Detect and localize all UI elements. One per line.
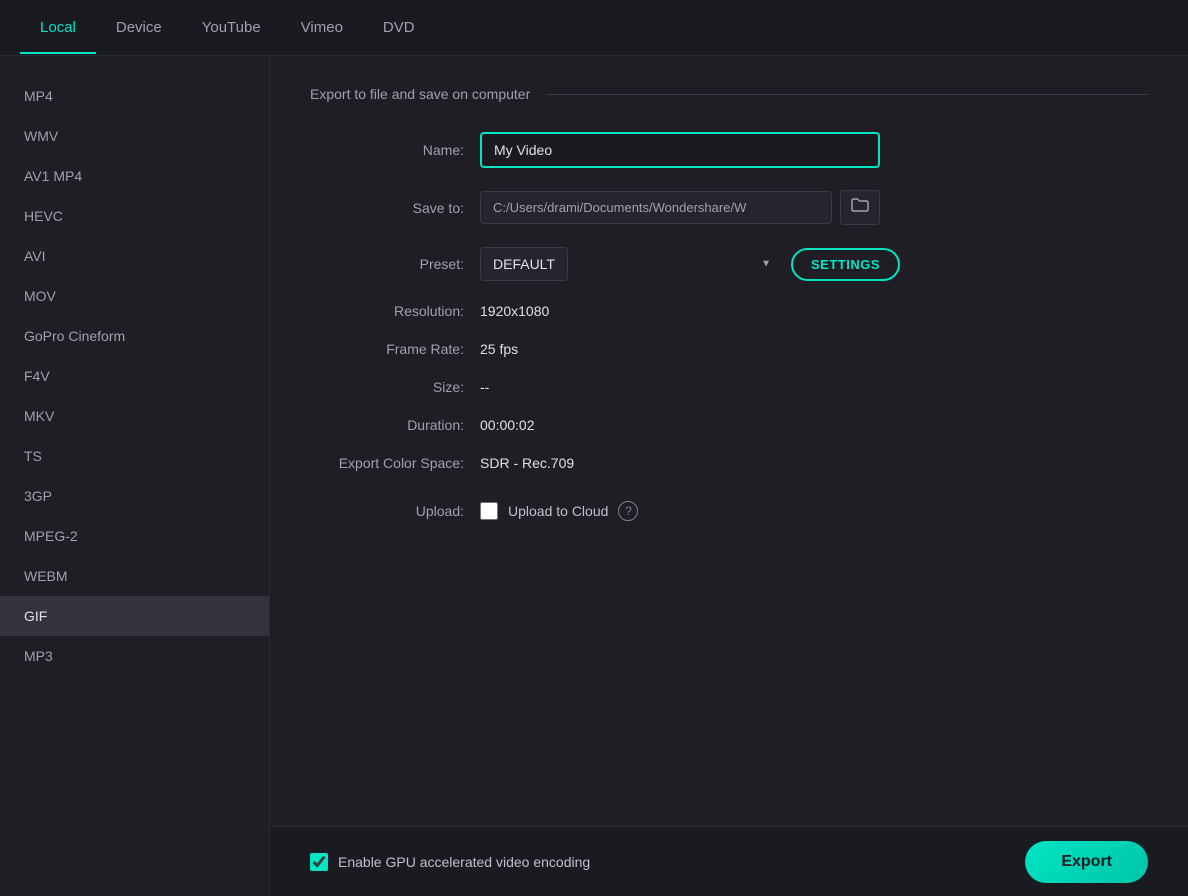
resolution-label: Resolution: <box>310 303 480 319</box>
sidebar-item-3gp[interactable]: 3GP <box>0 476 269 516</box>
save-to-field: C:/Users/drami/Documents/Wondershare/W <box>480 190 880 225</box>
format-sidebar: MP4 WMV AV1 MP4 HEVC AVI MOV GoPro Cinef… <box>0 56 270 896</box>
preset-row: Preset: DEFAULT Custom SETTINGS <box>310 247 1148 281</box>
tab-local[interactable]: Local <box>20 1 96 54</box>
size-row: Size: -- <box>310 379 1148 395</box>
tab-dvd[interactable]: DVD <box>363 1 435 54</box>
sidebar-item-gopro[interactable]: GoPro Cineform <box>0 316 269 356</box>
upload-label: Upload: <box>310 503 480 519</box>
sidebar-item-avi[interactable]: AVI <box>0 236 269 276</box>
color-space-value: SDR - Rec.709 <box>480 455 574 471</box>
name-label: Name: <box>310 142 480 158</box>
upload-to-cloud-label: Upload to Cloud <box>508 503 608 519</box>
size-value: -- <box>480 379 489 395</box>
duration-row: Duration: 00:00:02 <box>310 417 1148 433</box>
save-to-label: Save to: <box>310 200 480 216</box>
preset-select-wrapper: DEFAULT Custom <box>480 247 781 281</box>
top-navigation: Local Device YouTube Vimeo DVD <box>0 0 1188 56</box>
duration-label: Duration: <box>310 417 480 433</box>
upload-to-cloud-checkbox[interactable] <box>480 502 498 520</box>
color-space-label: Export Color Space: <box>310 455 480 471</box>
upload-content: Upload to Cloud ? <box>480 501 638 521</box>
name-row: Name: <box>310 132 1148 168</box>
browse-folder-button[interactable] <box>840 190 880 225</box>
section-header: Export to file and save on computer <box>310 86 1148 102</box>
sidebar-item-mov[interactable]: MOV <box>0 276 269 316</box>
sidebar-item-hevc[interactable]: HEVC <box>0 196 269 236</box>
sidebar-item-mpeg2[interactable]: MPEG-2 <box>0 516 269 556</box>
color-space-row: Export Color Space: SDR - Rec.709 <box>310 455 1148 471</box>
sidebar-item-ts[interactable]: TS <box>0 436 269 476</box>
upload-row: Upload: Upload to Cloud ? <box>310 501 1148 521</box>
frame-rate-label: Frame Rate: <box>310 341 480 357</box>
gpu-encoding-label: Enable GPU accelerated video encoding <box>338 854 590 870</box>
settings-button[interactable]: SETTINGS <box>791 248 900 281</box>
sidebar-item-mp4[interactable]: MP4 <box>0 76 269 116</box>
duration-value: 00:00:02 <box>480 417 535 433</box>
resolution-value: 1920x1080 <box>480 303 549 319</box>
section-divider <box>546 94 1148 95</box>
tab-youtube[interactable]: YouTube <box>182 1 281 54</box>
resolution-row: Resolution: 1920x1080 <box>310 303 1148 319</box>
sidebar-item-av1mp4[interactable]: AV1 MP4 <box>0 156 269 196</box>
sidebar-item-mkv[interactable]: MKV <box>0 396 269 436</box>
footer-bar: Enable GPU accelerated video encoding Ex… <box>270 826 1188 896</box>
export-button[interactable]: Export <box>1025 841 1148 883</box>
upload-help-icon[interactable]: ? <box>618 501 638 521</box>
preset-label: Preset: <box>310 256 480 272</box>
preset-controls: DEFAULT Custom SETTINGS <box>480 247 900 281</box>
folder-icon <box>851 198 869 212</box>
preset-select[interactable]: DEFAULT Custom <box>480 247 568 281</box>
save-to-row: Save to: C:/Users/drami/Documents/Wonder… <box>310 190 1148 225</box>
sidebar-item-mp3[interactable]: MP3 <box>0 636 269 676</box>
sidebar-item-gif[interactable]: GIF <box>0 596 269 636</box>
size-label: Size: <box>310 379 480 395</box>
tab-vimeo[interactable]: Vimeo <box>281 1 363 54</box>
main-layout: MP4 WMV AV1 MP4 HEVC AVI MOV GoPro Cinef… <box>0 56 1188 896</box>
sidebar-item-webm[interactable]: WEBM <box>0 556 269 596</box>
sidebar-item-f4v[interactable]: F4V <box>0 356 269 396</box>
export-content: Export to file and save on computer Name… <box>270 56 1188 896</box>
name-input[interactable] <box>480 132 880 168</box>
section-title: Export to file and save on computer <box>310 86 530 102</box>
frame-rate-row: Frame Rate: 25 fps <box>310 341 1148 357</box>
gpu-encoding-row: Enable GPU accelerated video encoding <box>310 853 590 871</box>
gpu-encoding-checkbox[interactable] <box>310 853 328 871</box>
frame-rate-value: 25 fps <box>480 341 518 357</box>
sidebar-item-wmv[interactable]: WMV <box>0 116 269 156</box>
save-path-display: C:/Users/drami/Documents/Wondershare/W <box>480 191 832 224</box>
tab-device[interactable]: Device <box>96 1 182 54</box>
